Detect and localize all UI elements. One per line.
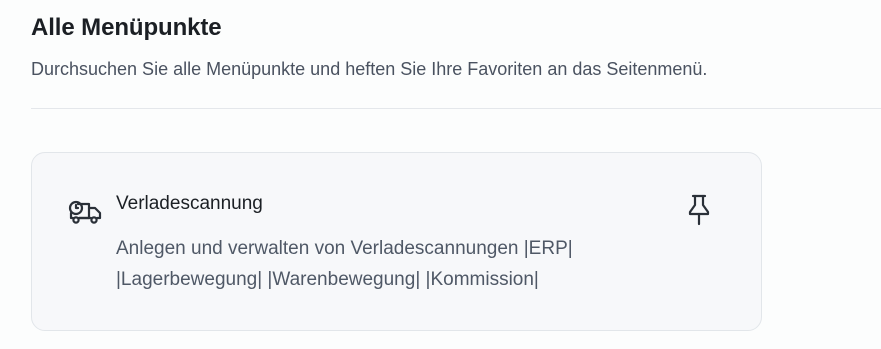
- pin-icon: [682, 194, 716, 232]
- menu-item-description: Anlegen und verwalten von Verladescannun…: [116, 238, 573, 290]
- menu-overview-page: Alle Menüpunkte Durchsuchen Sie alle Men…: [0, 0, 881, 349]
- truck-clock-icon: [68, 198, 104, 228]
- pin-button[interactable]: [682, 191, 716, 229]
- page-subtitle: Durchsuchen Sie alle Menüpunkte und heft…: [31, 59, 708, 79]
- menu-item-title: Verladescannung: [116, 193, 263, 214]
- page-title: Alle Menüpunkte: [31, 14, 222, 41]
- header-divider: [31, 108, 881, 109]
- menu-item-card[interactable]: Verladescannung Anlegen und verwalten vo…: [31, 152, 762, 331]
